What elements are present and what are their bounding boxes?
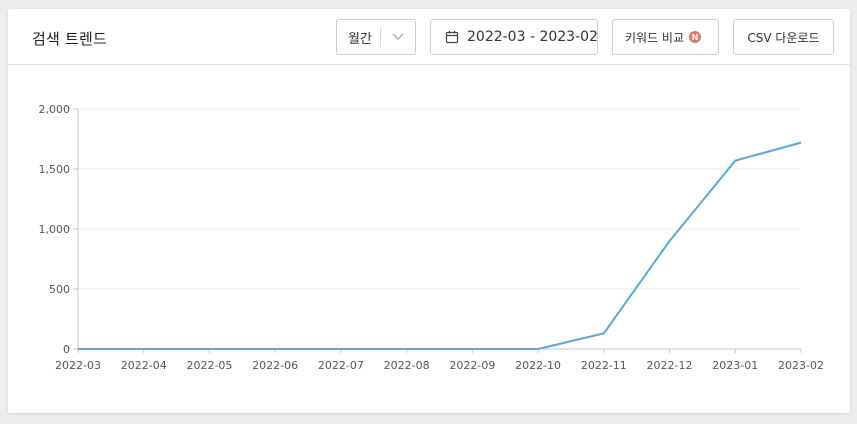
series-line bbox=[78, 141, 802, 350]
y-tick-label: 500 bbox=[49, 283, 70, 296]
x-tick-label: 2023-01 bbox=[712, 359, 758, 372]
x-tick-label: 2022-11 bbox=[581, 359, 627, 372]
x-tick-label: 2022-08 bbox=[384, 359, 430, 372]
x-tick-label: 2022-03 bbox=[55, 359, 101, 372]
x-tick-label: 2022-05 bbox=[186, 359, 232, 372]
x-tick-label: 2022-09 bbox=[449, 359, 495, 372]
y-tick-label: 1,000 bbox=[39, 223, 71, 236]
x-tick-label: 2022-04 bbox=[121, 359, 167, 372]
y-tick-label: 0 bbox=[63, 343, 70, 356]
search-trend-card: 검색 트렌드 월간 2022-03 - 2023-02 키워드 비교 N CSV… bbox=[8, 9, 850, 413]
y-tick-label: 2,000 bbox=[39, 103, 71, 116]
x-tick-label: 2022-06 bbox=[252, 359, 298, 372]
x-tick-label: 2022-10 bbox=[515, 359, 561, 372]
trend-line-chart: 0 500 1,000 1,500 2,000 2022-03 2022-04 2022-05… bbox=[39, 103, 824, 372]
x-tick-label: 2022-12 bbox=[647, 359, 693, 372]
x-tick-label: 2023-02 bbox=[778, 359, 824, 372]
y-tick-label: 1,500 bbox=[39, 163, 71, 176]
x-tick-label: 2022-07 bbox=[318, 359, 364, 372]
